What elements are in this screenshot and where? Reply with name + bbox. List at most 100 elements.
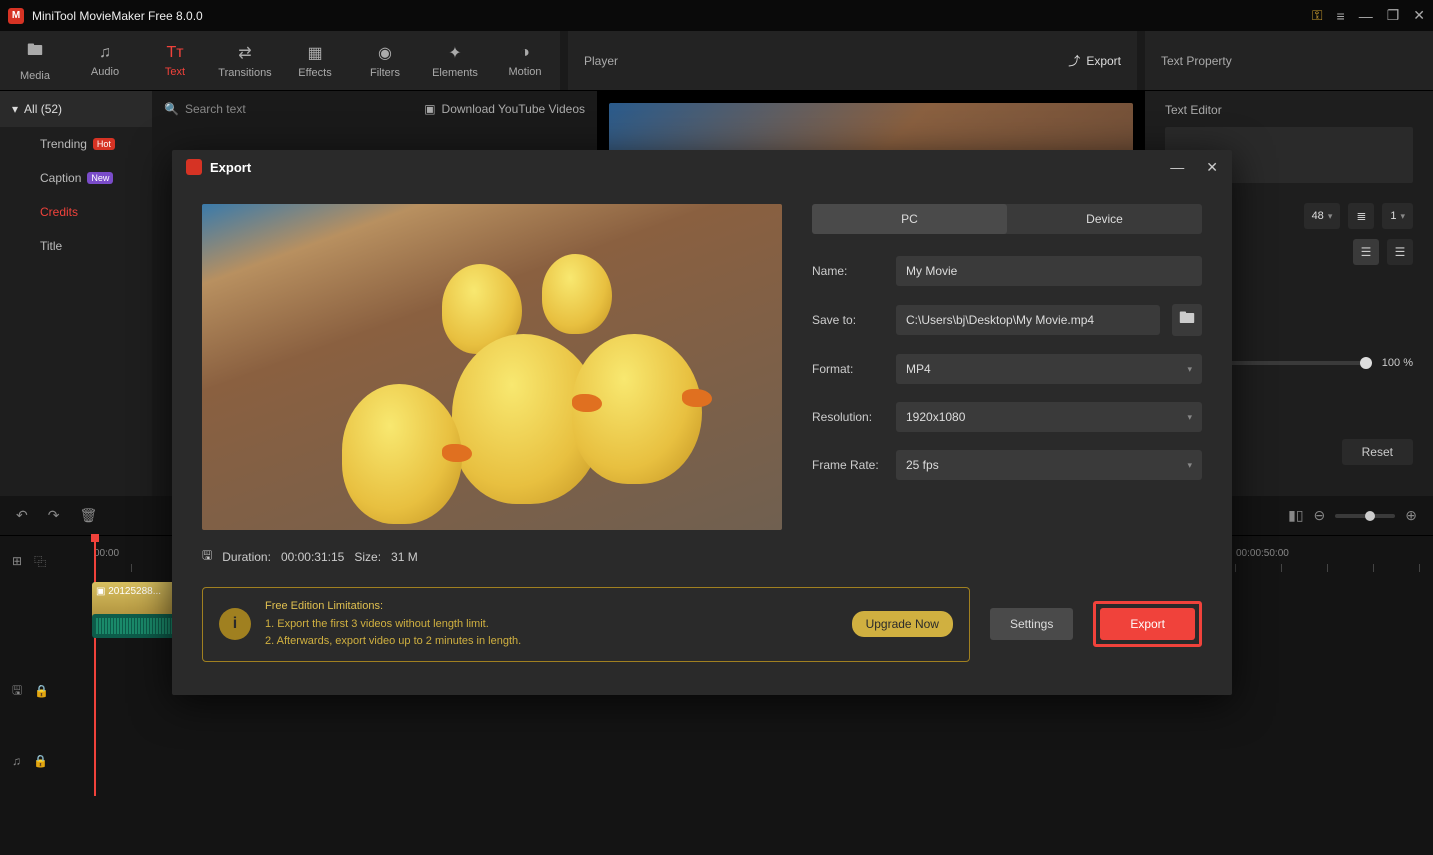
zoom-out-icon[interactable]: ⊖ xyxy=(1314,507,1326,524)
app-logo-icon xyxy=(186,159,202,175)
export-preview xyxy=(202,204,782,530)
minimize-icon[interactable]: — xyxy=(1359,8,1373,24)
export-target-segment: PC Device xyxy=(812,204,1202,234)
music-icon: ♫ xyxy=(99,44,111,62)
limit-line-2: 2. Afterwards, export video up to 2 minu… xyxy=(265,633,838,651)
music-track-icon[interactable]: ♫ xyxy=(12,754,21,768)
folder-icon: 🖿 xyxy=(1179,307,1195,334)
format-select[interactable]: MP4▾ xyxy=(896,354,1202,384)
duration-label: Duration: xyxy=(222,550,271,564)
minimize-icon[interactable]: — xyxy=(1170,159,1184,175)
chevron-down-icon: ▾ xyxy=(12,102,18,116)
export-icon: ⤴ xyxy=(1068,52,1080,69)
redo-icon[interactable]: ↷ xyxy=(48,507,60,524)
framerate-label: Frame Rate: xyxy=(812,458,884,472)
name-label: Name: xyxy=(812,264,884,278)
save-icon[interactable]: 🖫 xyxy=(12,681,22,702)
elements-icon: ✦ xyxy=(448,43,461,63)
framerate-select[interactable]: 25 fps▾ xyxy=(896,450,1202,480)
new-badge: New xyxy=(87,172,113,184)
browse-button[interactable]: 🖿 xyxy=(1172,304,1202,336)
text-property-title: Text Property xyxy=(1161,54,1232,68)
close-icon[interactable]: ✕ xyxy=(1206,159,1218,176)
hot-badge: Hot xyxy=(93,138,115,150)
search-icon: 🔍 xyxy=(164,102,179,116)
dialog-title: Export xyxy=(210,160,1148,175)
delete-icon[interactable]: 🗑 xyxy=(79,507,97,524)
size-value: 31 M xyxy=(391,550,418,564)
chevron-down-icon: ▾ xyxy=(1187,364,1192,375)
motion-icon: ◑ xyxy=(520,44,530,62)
tab-filters[interactable]: ◉Filters xyxy=(350,31,420,90)
tab-pc[interactable]: PC xyxy=(812,204,1007,234)
sidebar-item-credits[interactable]: Credits xyxy=(0,195,152,229)
export-button[interactable]: Export xyxy=(1100,608,1195,640)
chevron-down-icon: ▾ xyxy=(1187,412,1192,423)
tab-transitions[interactable]: ⇄Transitions xyxy=(210,31,280,90)
text-icon: Tᴛ xyxy=(166,44,183,62)
resolution-select[interactable]: 1920x1080▾ xyxy=(896,402,1202,432)
time-mark: 00:00 xyxy=(94,548,119,559)
sidebar-all[interactable]: ▾ All (52) xyxy=(0,91,152,127)
upgrade-button[interactable]: Upgrade Now xyxy=(852,611,953,637)
app-title: MiniTool MovieMaker Free 8.0.0 xyxy=(32,9,1312,23)
text-editor-label: Text Editor xyxy=(1165,103,1413,117)
filters-icon: ◉ xyxy=(378,43,392,63)
saveto-input[interactable] xyxy=(896,305,1160,335)
limit-title: Free Edition Limitations: xyxy=(265,598,838,616)
download-youtube-link[interactable]: ▣ Download YouTube Videos xyxy=(424,102,585,116)
folder-icon: 🖿 xyxy=(27,39,43,66)
saveto-label: Save to: xyxy=(812,313,884,327)
align-center-icon[interactable]: ☰ xyxy=(1353,239,1379,265)
sidebar-item-title[interactable]: Title xyxy=(0,229,152,263)
tab-text[interactable]: TᴛText xyxy=(140,31,210,90)
size-label: Size: xyxy=(354,550,381,564)
playhead[interactable] xyxy=(94,536,96,796)
format-label: Format: xyxy=(812,362,884,376)
undo-icon[interactable]: ↶ xyxy=(16,507,28,524)
lock-icon[interactable]: 🔒 xyxy=(33,754,48,768)
export-dialog: Export — ✕ PC Device Name: Save to: 🖿 xyxy=(172,150,1232,695)
settings-button[interactable]: Settings xyxy=(990,608,1073,640)
line-spacing-icon[interactable]: ≣ xyxy=(1348,203,1374,229)
lock-icon[interactable]: 🔒 xyxy=(34,684,49,698)
export-button-top[interactable]: ⤴ Export xyxy=(1068,52,1121,69)
tab-device[interactable]: Device xyxy=(1007,204,1202,234)
tab-motion[interactable]: ◑Motion xyxy=(490,31,560,90)
maximize-icon[interactable]: ❐ xyxy=(1387,7,1400,24)
limitations-panel: i Free Edition Limitations: 1. Export th… xyxy=(202,587,970,662)
copy-track-icon[interactable]: ⿻ xyxy=(34,553,46,570)
app-logo-icon: M xyxy=(8,8,24,24)
time-mark: 00:00:50:00 xyxy=(1236,548,1289,559)
export-button-highlight: Export xyxy=(1093,601,1202,647)
zoom-slider[interactable] xyxy=(1335,514,1395,518)
sidebar-item-caption[interactable]: Caption New xyxy=(0,161,152,195)
align-right-icon[interactable]: ☰ xyxy=(1387,239,1413,265)
chevron-down-icon: ▾ xyxy=(1400,211,1405,222)
transition-icon: ⇄ xyxy=(238,43,251,63)
duration-value: 00:00:31:15 xyxy=(281,550,344,564)
name-input[interactable] xyxy=(896,256,1202,286)
line-height-select[interactable]: 1▾ xyxy=(1382,203,1413,229)
opacity-value: 100 % xyxy=(1382,357,1413,369)
resolution-label: Resolution: xyxy=(812,410,884,424)
add-track-icon[interactable]: ⊞ xyxy=(12,554,22,568)
clip-icon: ▣ xyxy=(96,586,105,597)
limit-line-1: 1. Export the first 3 videos without len… xyxy=(265,616,838,634)
sidebar: ▾ All (52) Trending Hot Caption New Cred… xyxy=(0,91,152,496)
zoom-in-icon[interactable]: ⊕ xyxy=(1405,507,1417,524)
tab-effects[interactable]: ▦Effects xyxy=(280,31,350,90)
tab-elements[interactable]: ✦Elements xyxy=(420,31,490,90)
tab-media[interactable]: 🖿Media xyxy=(0,31,70,90)
key-icon[interactable]: ⚿ xyxy=(1312,7,1323,24)
sidebar-item-trending[interactable]: Trending Hot xyxy=(0,127,152,161)
reset-button[interactable]: Reset xyxy=(1342,439,1413,465)
tab-audio[interactable]: ♫Audio xyxy=(70,31,140,90)
font-size-select[interactable]: 48▾ xyxy=(1304,203,1341,229)
menu-icon[interactable]: ≡ xyxy=(1337,8,1345,24)
camera-icon[interactable]: ▮▯ xyxy=(1288,507,1303,524)
video-icon: ▣ xyxy=(424,102,435,116)
close-icon[interactable]: ✕ xyxy=(1413,7,1425,24)
effects-icon: ▦ xyxy=(307,43,322,63)
search-input[interactable]: 🔍 Search text xyxy=(164,102,246,116)
